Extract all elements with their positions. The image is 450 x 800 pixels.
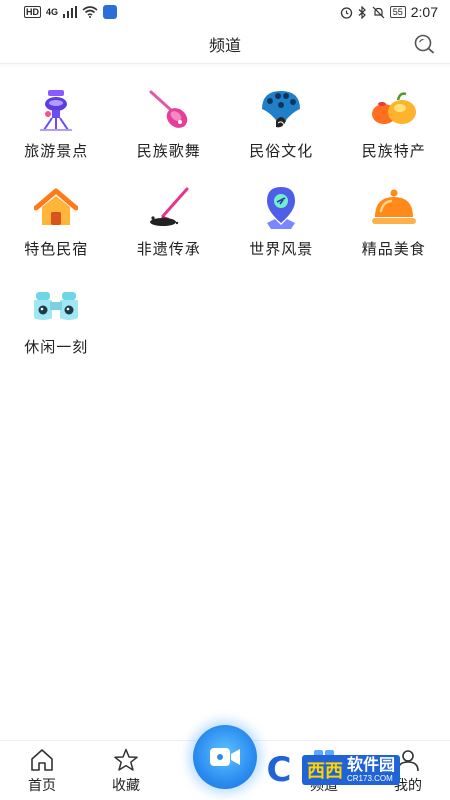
channel-label: 休闲一刻: [24, 339, 89, 356]
channel-page: HD 4G 55 2:07 频道 旅游景点 民族歌舞 民俗文化 民族特产 特色民…: [0, 0, 450, 800]
app-notification-icon: [103, 5, 118, 19]
nav-home[interactable]: 首页: [12, 747, 72, 797]
nav-home-label: 首页: [28, 777, 56, 793]
tourist-spot-icon: [32, 86, 80, 134]
bluetooth-icon: [358, 5, 366, 19]
pipa-icon: [145, 86, 193, 134]
channel-grid: 旅游景点 民族歌舞 民俗文化 民族特产 特色民宿 非遗传承 世界风景 精品美食 …: [0, 86, 450, 358]
channel-label: 精品美食: [361, 241, 426, 258]
channel-label: 民俗文化: [249, 143, 314, 160]
watermark-xixi: 西西: [307, 761, 343, 781]
watermark-right: 软件园 CR173.COM: [343, 756, 396, 783]
nav-favorites-label: 收藏: [112, 777, 140, 793]
mute-icon: [372, 6, 385, 18]
channel-label: 非遗传承: [136, 241, 201, 258]
video-camera-button[interactable]: [193, 725, 257, 789]
watermark-box: 西西 软件园 CR173.COM: [302, 755, 401, 785]
app-header: 频道: [0, 24, 450, 64]
search-icon[interactable]: [412, 32, 436, 56]
channel-heritage[interactable]: 非遗传承: [113, 184, 226, 260]
channel-ethnic-dance[interactable]: 民族歌舞: [113, 86, 226, 162]
watermark-name: 软件园: [347, 756, 396, 774]
brush-icon: [145, 184, 193, 232]
channel-label: 民族特产: [361, 143, 426, 160]
status-bar: HD 4G 55 2:07: [0, 0, 450, 24]
clock: 2:07: [410, 4, 438, 20]
signal-icon: [63, 6, 78, 18]
channel-label: 世界风景: [249, 241, 314, 258]
map-pin-icon: [257, 184, 305, 232]
channel-ethnic-specialty[interactable]: 民族特产: [338, 86, 450, 162]
page-title: 频道: [208, 37, 241, 55]
channel-label: 特色民宿: [24, 241, 89, 258]
nav-favorites[interactable]: 收藏: [96, 747, 156, 797]
video-camera-icon: [210, 748, 240, 766]
food-cloche-icon: [370, 184, 418, 232]
alarm-icon: [340, 6, 352, 19]
status-bar-right: 55 2:07: [340, 4, 438, 20]
watermark: C 西西 软件园 CR173.COM: [256, 748, 432, 792]
channel-tourist-spots[interactable]: 旅游景点: [0, 86, 113, 162]
home-icon: [31, 749, 53, 771]
specialty-icon: [370, 86, 418, 134]
binoculars-icon: [32, 282, 80, 330]
channel-label: 旅游景点: [24, 143, 89, 160]
hd-indicator: HD: [24, 6, 41, 18]
channel-folk-culture[interactable]: 民俗文化: [225, 86, 338, 162]
channel-fine-food[interactable]: 精品美食: [338, 184, 450, 260]
network-type: 4G: [46, 7, 59, 17]
channel-world-scenery[interactable]: 世界风景: [225, 184, 338, 260]
watermark-site: CR173.COM: [347, 773, 393, 783]
star-icon: [114, 748, 138, 771]
battery-level: 55: [389, 6, 406, 18]
house-icon: [32, 184, 80, 232]
wifi-icon: [82, 6, 98, 18]
status-bar-left: HD 4G: [24, 5, 118, 19]
channel-label: 民族歌舞: [136, 143, 201, 160]
channel-leisure[interactable]: 休闲一刻: [0, 282, 113, 358]
peacock-icon: [257, 86, 305, 134]
watermark-logo-icon: C: [266, 750, 292, 790]
channel-featured-homestay[interactable]: 特色民宿: [0, 184, 113, 260]
